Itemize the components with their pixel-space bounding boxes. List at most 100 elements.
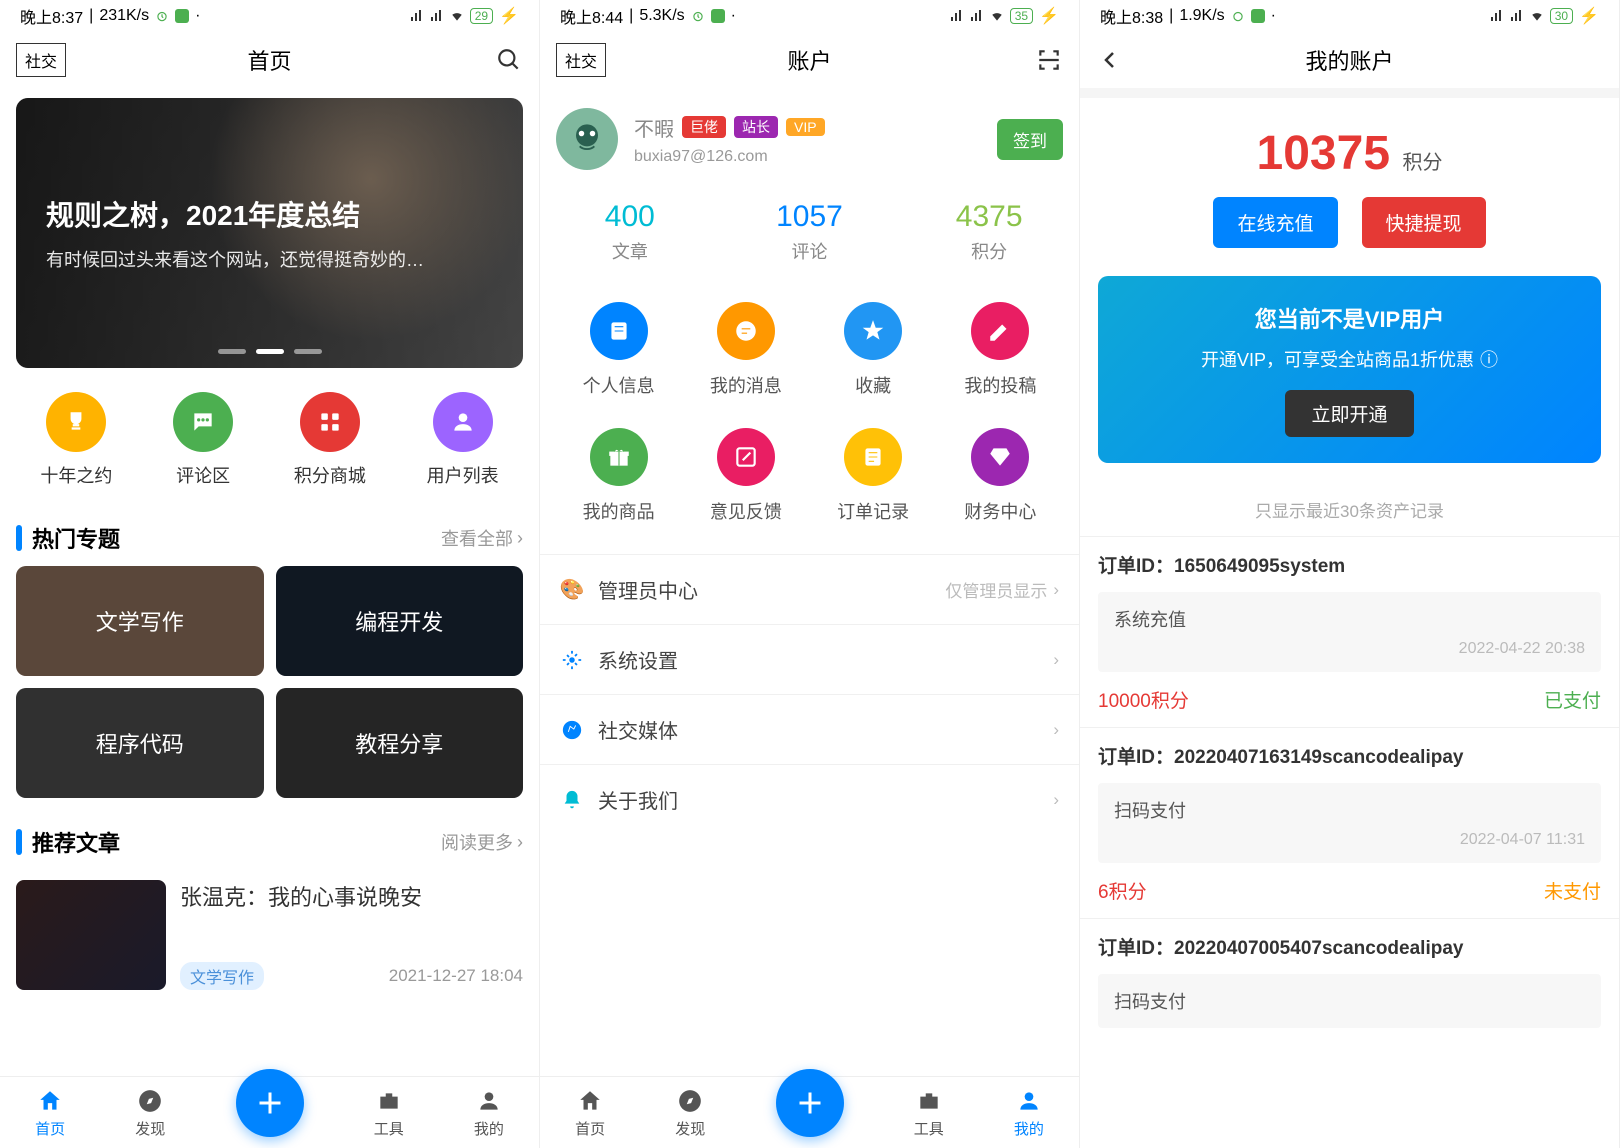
- vip-open-button[interactable]: 立即开通: [1285, 390, 1413, 437]
- chevron-right-icon: ›: [1053, 720, 1059, 740]
- wifi-icon: [1530, 9, 1544, 23]
- pencil-icon: [971, 302, 1029, 360]
- topic-coding[interactable]: 编程开发: [276, 566, 524, 676]
- gift-icon: [590, 428, 648, 486]
- quick-comments[interactable]: 评论区: [173, 392, 233, 488]
- compass-icon: [675, 1086, 705, 1116]
- avatar[interactable]: [556, 108, 618, 170]
- topic-program[interactable]: 程序代码: [16, 688, 264, 798]
- signal-icon-2: [430, 9, 444, 23]
- search-icon[interactable]: [495, 46, 523, 74]
- topic-grid: 文学写作 编程开发 程序代码 教程分享: [16, 566, 523, 814]
- nav-home[interactable]: 首页: [35, 1086, 65, 1139]
- social-tag[interactable]: 社交: [556, 43, 606, 77]
- nav-discover[interactable]: 发现: [135, 1086, 165, 1139]
- screen-home: 晚上8:37 | 231K/s · 29 ⚡ 社交 首页 规则之树，2021年度…: [0, 0, 540, 1148]
- article-tag: 文学写作: [180, 962, 264, 990]
- order-item[interactable]: 订单ID：1650649095system 系统充值 2022-04-22 20…: [1080, 536, 1619, 727]
- fab-add-button[interactable]: [776, 1069, 844, 1137]
- menu-profile[interactable]: 个人信息: [560, 302, 677, 398]
- menu-feedback[interactable]: 意见反馈: [687, 428, 804, 524]
- checkin-button[interactable]: 签到: [997, 119, 1063, 160]
- star-icon: [844, 302, 902, 360]
- wifi-icon: [990, 9, 1004, 23]
- menu-submissions[interactable]: 我的投稿: [942, 302, 1059, 398]
- alarm-icon: [155, 9, 169, 23]
- row-admin-center[interactable]: 🎨管理员中心 仅管理员显示›: [540, 554, 1079, 624]
- top-nav: 社交 账户: [540, 32, 1079, 88]
- help-icon[interactable]: ⓘ: [1480, 346, 1498, 372]
- profile-header: 不暇 巨佬 站长 VIP buxia97@126.com 签到: [540, 88, 1079, 190]
- row-social-media[interactable]: 社交媒体 ›: [540, 694, 1079, 764]
- read-more-link[interactable]: 阅读更多›: [441, 829, 523, 855]
- section-bar-icon: [16, 829, 22, 855]
- order-type: 扫码支付: [1114, 797, 1585, 823]
- home-icon: [575, 1086, 605, 1116]
- bottom-nav: 首页 发现 工具 我的: [540, 1076, 1079, 1148]
- menu-favorites[interactable]: 收藏: [815, 302, 932, 398]
- signal-icon-2: [970, 9, 984, 23]
- banner-dot[interactable]: [294, 349, 322, 354]
- social-tag[interactable]: 社交: [16, 43, 66, 77]
- order-item[interactable]: 订单ID：20220407163149scancodealipay 扫码支付 2…: [1080, 727, 1619, 918]
- stat-articles[interactable]: 400文章: [540, 200, 720, 264]
- battery-icon: 29: [470, 8, 493, 24]
- vip-card: 您当前不是VIP用户 开通VIP，可享受全站商品1折优惠ⓘ 立即开通: [1098, 276, 1601, 463]
- grid-icon: [300, 392, 360, 452]
- withdraw-button[interactable]: 快捷提现: [1362, 197, 1486, 248]
- charging-icon: ⚡: [1579, 6, 1599, 26]
- fab-add-button[interactable]: [236, 1069, 304, 1137]
- menu-orders[interactable]: 订单记录: [815, 428, 932, 524]
- article-date: 2021-12-27 18:04: [389, 966, 523, 986]
- banner-dot[interactable]: [218, 349, 246, 354]
- menu-messages[interactable]: 我的消息: [687, 302, 804, 398]
- battery-icon: 35: [1010, 8, 1033, 24]
- recharge-button[interactable]: 在线充值: [1213, 197, 1337, 248]
- row-about[interactable]: 关于我们 ›: [540, 764, 1079, 834]
- vip-subtitle: 开通VIP，可享受全站商品1折优惠ⓘ: [1118, 346, 1581, 372]
- quick-ten-year[interactable]: 十年之约: [40, 392, 112, 488]
- topic-literature[interactable]: 文学写作: [16, 566, 264, 676]
- quick-users[interactable]: 用户列表: [427, 392, 499, 488]
- banner-dot-active[interactable]: [256, 349, 284, 354]
- gear-icon: [560, 648, 584, 672]
- status-bar: 晚上8:44 | 5.3K/s · 35 ⚡: [540, 0, 1079, 32]
- chevron-right-icon: ›: [1053, 650, 1059, 670]
- status-speed: 5.3K/s: [639, 7, 684, 25]
- topic-tutorial[interactable]: 教程分享: [276, 688, 524, 798]
- back-button[interactable]: [1096, 46, 1124, 74]
- nav-mine[interactable]: 我的: [474, 1086, 504, 1139]
- order-type: 系统充值: [1114, 606, 1585, 632]
- stat-comments[interactable]: 1057评论: [720, 200, 900, 264]
- menu-finance[interactable]: 财务中心: [942, 428, 1059, 524]
- status-speed: 231K/s: [99, 7, 149, 25]
- banner-subtitle: 有时候回过头来看这个网站，还觉得挺奇妙的…: [46, 246, 493, 272]
- stat-points[interactable]: 4375积分: [899, 200, 1079, 264]
- profile-name-row: 不暇 巨佬 站长 VIP: [634, 113, 981, 142]
- nav-home[interactable]: 首页: [575, 1086, 605, 1139]
- nav-discover[interactable]: 发现: [675, 1086, 705, 1139]
- signal-icon-2: [1510, 9, 1524, 23]
- order-id: 订单ID：20220407163149scancodealipay: [1098, 742, 1601, 769]
- status-sep: |: [89, 7, 93, 25]
- page-title: 账户: [787, 44, 831, 76]
- action-buttons: 在线充值 快捷提现: [1080, 197, 1619, 276]
- order-item[interactable]: 订单ID：20220407005407scancodealipay 扫码支付: [1080, 918, 1619, 1042]
- quick-points-mall[interactable]: 积分商城: [294, 392, 366, 488]
- view-all-link[interactable]: 查看全部›: [441, 525, 523, 551]
- nav-tools[interactable]: 工具: [374, 1086, 404, 1139]
- screen-my-account: 晚上8:38 | 1.9K/s · 30 ⚡ 我的账户 10375 积分 在线充…: [1080, 0, 1620, 1148]
- app-dot-icon: [1251, 9, 1265, 23]
- nav-tools[interactable]: 工具: [914, 1086, 944, 1139]
- article-item[interactable]: 张温克：我的心事说晚安 文学写作 2021-12-27 18:04: [16, 870, 523, 1000]
- user-icon: [433, 392, 493, 452]
- order-status: 已支付: [1544, 686, 1601, 713]
- vip-title: 您当前不是VIP用户: [1118, 302, 1581, 334]
- charging-icon: ⚡: [1039, 6, 1059, 26]
- nav-mine[interactable]: 我的: [1014, 1086, 1044, 1139]
- scan-icon[interactable]: [1035, 46, 1063, 74]
- banner[interactable]: 规则之树，2021年度总结 有时候回过头来看这个网站，还觉得挺奇妙的…: [16, 98, 523, 368]
- page-title: 我的账户: [1305, 44, 1393, 76]
- row-system-settings[interactable]: 系统设置 ›: [540, 624, 1079, 694]
- menu-products[interactable]: 我的商品: [560, 428, 677, 524]
